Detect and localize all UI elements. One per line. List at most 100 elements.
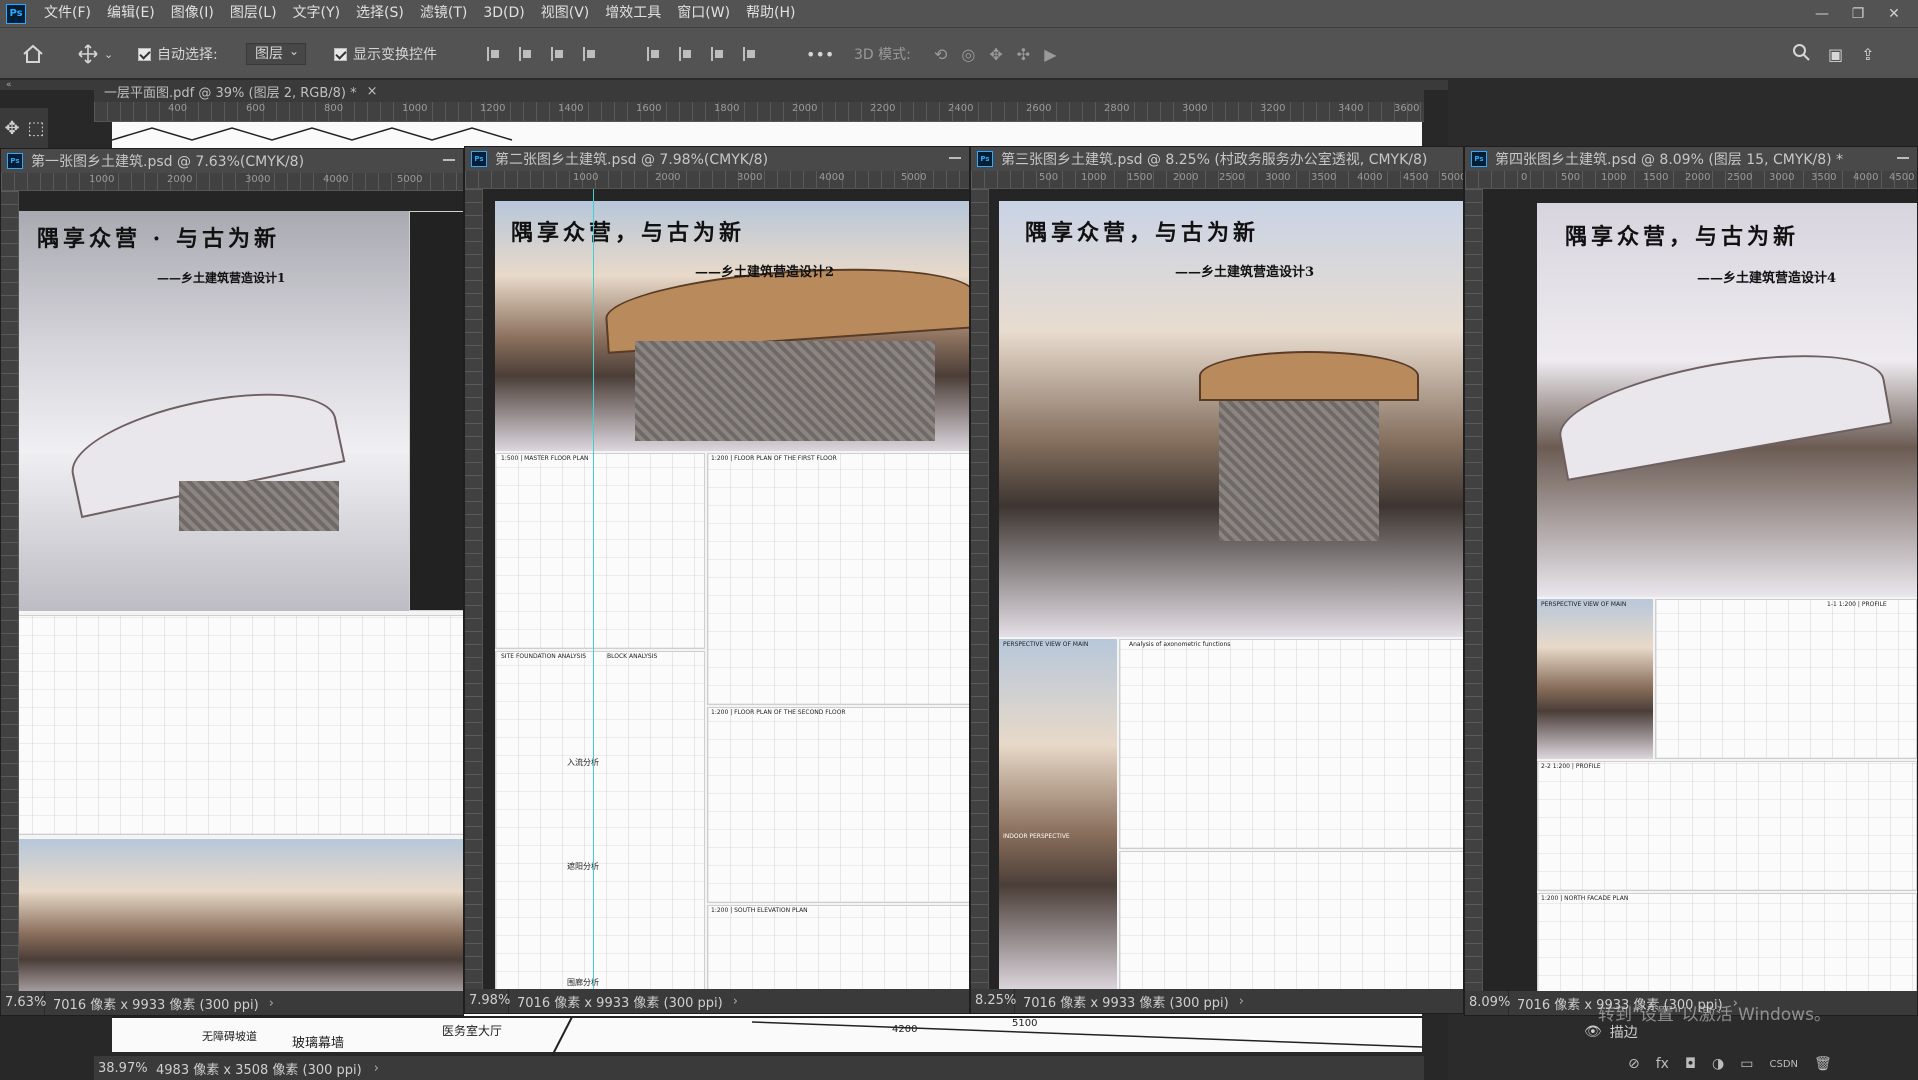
document-canvas[interactable]: 隅享众营，与古为新 ——乡土建筑营造设计4 PERSPECTIVE VIEW O… [1483, 189, 1917, 991]
slide-3d-icon[interactable]: ✣ [1017, 45, 1030, 64]
document-canvas[interactable]: 隅享众营 · 与古为新 ——乡土建筑营造设计1 [19, 191, 463, 991]
distribute-vertical-icon[interactable] [740, 45, 758, 63]
move-tool-icon[interactable]: ✥ [0, 108, 24, 148]
orbit-3d-icon[interactable]: ⟲ [934, 45, 947, 64]
show-transform-option[interactable]: 显示变换控件 [334, 42, 437, 66]
document-title-bar[interactable]: Ps 第一张图乡土建筑.psd @ 7.63%(CMYK/8) [1, 149, 463, 173]
minimize-icon[interactable] [443, 159, 455, 161]
menu-select[interactable]: 选择(S) [348, 0, 412, 27]
tab-properties[interactable]: 属性 [1489, 89, 1536, 123]
zoom-level[interactable]: 8.09% [1465, 991, 1510, 1015]
menu-3d[interactable]: 3D(D) [475, 0, 532, 27]
north-facade-drawing [1537, 893, 1917, 991]
search-icon[interactable] [1792, 43, 1810, 65]
close-button[interactable]: ✕ [1876, 6, 1912, 22]
tab-adjustments[interactable]: 调整 [1535, 90, 1581, 122]
roll-3d-icon[interactable]: ◎ [961, 45, 975, 64]
menu-help[interactable]: 帮助(H) [738, 0, 803, 27]
document-window-4[interactable]: Ps 第四张图乡土建筑.psd @ 8.09% (图层 15, CMYK/8) … [1464, 146, 1918, 1016]
history-icon[interactable]: ⟲ [1457, 110, 1472, 131]
auto-select-option[interactable]: 自动选择: [138, 42, 218, 66]
document-dimensions: 7016 像素 x 9933 像素 (300 ppi) [517, 995, 723, 1011]
document-tab-back[interactable]: 一层平面图.pdf @ 39% (图层 2, RGB/8) * × [94, 80, 1424, 102]
zoom-level[interactable]: 38.97% [98, 1061, 154, 1076]
more-options-button[interactable]: ••• [806, 42, 834, 66]
show-transform-checkbox[interactable] [334, 47, 347, 61]
menu-view[interactable]: 视图(V) [533, 0, 598, 27]
adjustment-layer-icon[interactable]: ◑ [1712, 1056, 1724, 1072]
horizontal-ruler[interactable]: 1000 2000 3000 4000 5000 [465, 171, 969, 189]
chevron-right-icon[interactable]: › [362, 1061, 379, 1076]
camera-3d-icon[interactable]: ▶ [1044, 45, 1056, 64]
document-canvas[interactable]: 隅享众营，与古为新 ——乡土建筑营造设计2 1:500 | MASTER FLO… [483, 189, 969, 989]
menu-layer[interactable]: 图层(L) [222, 0, 285, 27]
minimize-icon[interactable] [1897, 157, 1909, 159]
tab-close-icon[interactable]: × [367, 84, 378, 99]
vertical-ruler[interactable] [971, 189, 989, 989]
move-tool-icon[interactable]: ⌄ [78, 42, 113, 66]
chevron-right-icon[interactable]: › [1229, 994, 1244, 1009]
distribute-horizontal-icon[interactable] [580, 45, 598, 63]
vertical-ruler[interactable] [1, 191, 19, 991]
delete-layer-icon[interactable]: 🗑 [1814, 1056, 1832, 1072]
document-window-3[interactable]: Ps 第三张图乡土建筑.psd @ 8.25% (村政务服务办公室透视, CMY… [970, 146, 1464, 1014]
align-left-icon[interactable] [484, 45, 502, 63]
ruler-label: 400 [168, 103, 188, 114]
vertical-ruler[interactable] [465, 189, 483, 989]
restore-button[interactable]: ❐ [1840, 6, 1876, 22]
horizontal-ruler[interactable]: 0 500 1000 1500 2000 2500 3000 3500 4000… [1465, 171, 1917, 189]
collapse-bar[interactable]: » [1449, 80, 1918, 90]
tab-patterns[interactable]: 图案 [1660, 90, 1706, 122]
poster-subtitle: ——乡土建筑营造设计3 [1175, 265, 1315, 280]
align-right-icon[interactable] [548, 45, 566, 63]
document-title-bar[interactable]: Ps 第二张图乡土建筑.psd @ 7.98%(CMYK/8) [465, 147, 969, 171]
align-top-icon[interactable] [644, 45, 662, 63]
minimize-icon[interactable] [949, 157, 961, 159]
tab-libraries[interactable]: 库 [1581, 90, 1614, 122]
zoom-level[interactable]: 8.25% [971, 989, 1016, 1013]
marquee-tool-icon[interactable]: ⬚ [24, 108, 48, 148]
chevron-right-icon[interactable]: › [723, 994, 738, 1009]
section-sketch-drawing [1119, 851, 1463, 989]
menu-filter[interactable]: 滤镜(T) [412, 0, 475, 27]
horizontal-ruler[interactable]: 1000 2000 3000 4000 5000 [1, 173, 463, 191]
new-group-icon[interactable]: ▭ [1740, 1056, 1753, 1072]
add-mask-icon[interactable]: ◘ [1685, 1056, 1696, 1072]
menu-image[interactable]: 图像(I) [163, 0, 222, 27]
3d-mode-buttons: ⟲ ◎ ✥ ✣ ▶ [934, 42, 1057, 66]
menu-plugins[interactable]: 增效工具 [597, 0, 669, 27]
workspace-icon[interactable]: ▣ [1828, 45, 1843, 64]
share-icon[interactable]: ⇪ [1861, 45, 1874, 64]
master-plan-drawing [495, 453, 705, 649]
auto-select-checkbox[interactable] [138, 47, 151, 61]
vertical-ruler[interactable] [1465, 189, 1483, 991]
guide-line[interactable] [593, 189, 594, 989]
tab-gradients[interactable]: 渐变 [1614, 90, 1660, 122]
minimize-button[interactable]: — [1804, 6, 1840, 22]
menu-edit[interactable]: 编辑(E) [99, 0, 163, 27]
document-canvas[interactable]: 隅享众营，与古为新 ——乡土建筑营造设计3 PERSPECTIVE VIEW O… [989, 189, 1463, 989]
link-layers-icon[interactable]: ⊘ [1628, 1056, 1640, 1072]
document-title-bar[interactable]: Ps 第四张图乡土建筑.psd @ 8.09% (图层 15, CMYK/8) … [1465, 147, 1917, 171]
chevron-right-icon[interactable]: › [259, 996, 274, 1011]
menu-type[interactable]: 文字(Y) [285, 0, 348, 27]
pan-3d-icon[interactable]: ✥ [989, 45, 1002, 64]
fx-icon[interactable]: fx [1656, 1056, 1669, 1072]
auto-select-target-dropdown[interactable]: 图层 [246, 41, 306, 65]
eye-icon[interactable]: 👁 [1584, 1024, 1602, 1040]
chevron-down-icon[interactable]: ⌄ [104, 48, 113, 61]
horizontal-ruler[interactable]: 500 1000 1500 2000 2500 3000 3500 4000 4… [971, 171, 1463, 189]
document-window-2[interactable]: Ps 第二张图乡土建筑.psd @ 7.98%(CMYK/8) 1000 200… [464, 146, 970, 1014]
align-vcenter-icon[interactable] [676, 45, 694, 63]
align-hcenter-icon[interactable] [516, 45, 534, 63]
home-icon[interactable] [22, 42, 44, 66]
document-title-bar[interactable]: Ps 第三张图乡土建筑.psd @ 8.25% (村政务服务办公室透视, CMY… [971, 147, 1463, 171]
zoom-level[interactable]: 7.63% [1, 991, 46, 1015]
menu-window[interactable]: 窗口(W) [669, 0, 738, 27]
analysis-label: 入流分析 [567, 758, 599, 767]
document-window-1[interactable]: Ps 第一张图乡土建筑.psd @ 7.63%(CMYK/8) 1000 200… [0, 148, 464, 1016]
align-bottom-icon[interactable] [708, 45, 726, 63]
horizontal-ruler[interactable]: 400 600 800 1000 1200 1400 1600 1800 200… [94, 102, 1424, 122]
menu-file[interactable]: 文件(F) [36, 0, 99, 27]
zoom-level[interactable]: 7.98% [465, 989, 510, 1013]
